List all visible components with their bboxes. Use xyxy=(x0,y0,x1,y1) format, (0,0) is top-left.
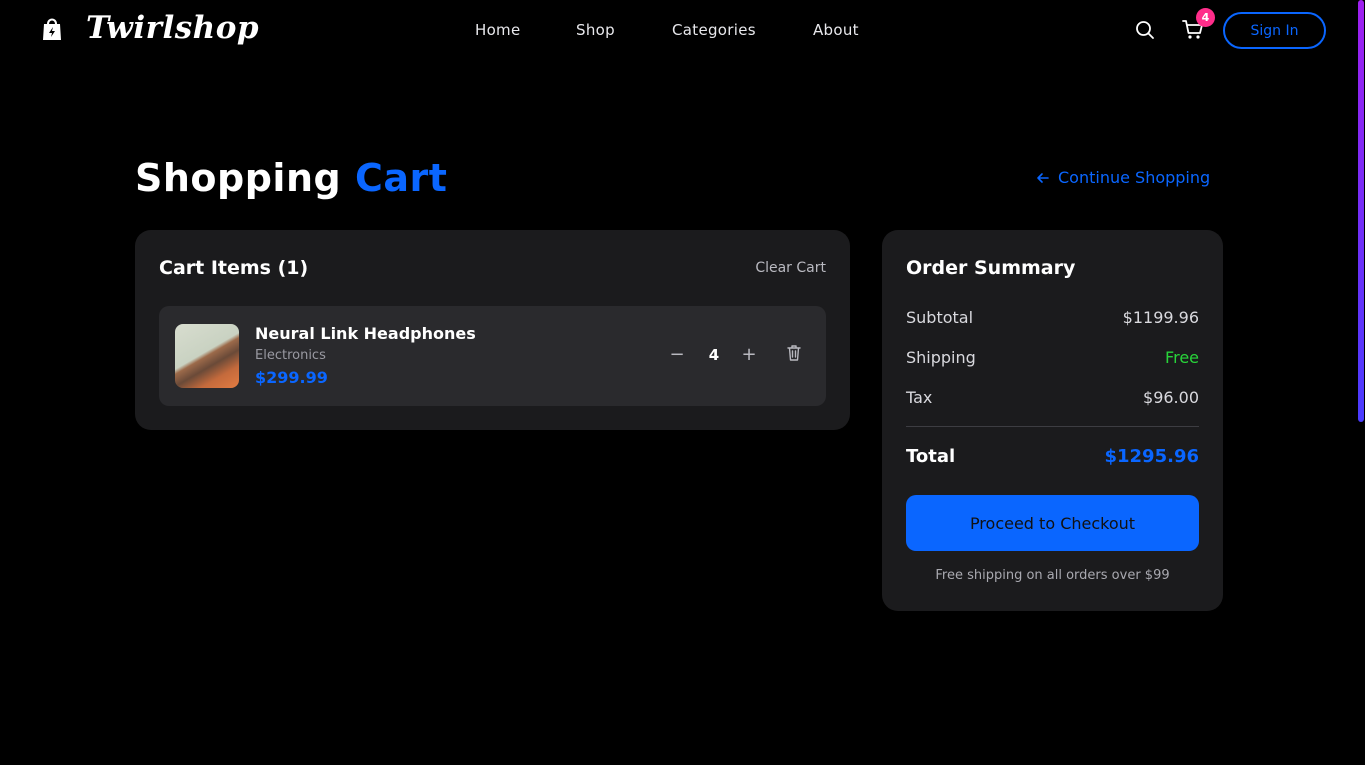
subtotal-value: $1199.96 xyxy=(1122,308,1199,327)
page-title-accent: Cart xyxy=(354,156,448,200)
quantity-decrease-button[interactable]: − xyxy=(667,344,687,366)
product-price: $299.99 xyxy=(255,368,328,387)
nav-home[interactable]: Home xyxy=(475,21,521,39)
cart-count-badge: 4 xyxy=(1196,8,1215,27)
tax-value: $96.00 xyxy=(1143,388,1199,407)
header: Twirlshop Home Shop Categories About 4 S… xyxy=(0,0,1357,62)
proceed-to-checkout-button[interactable]: Proceed to Checkout xyxy=(906,495,1199,551)
product-thumbnail[interactable] xyxy=(175,324,239,388)
subtotal-row: Subtotal $1199.96 xyxy=(906,308,1199,327)
remove-item-button[interactable] xyxy=(784,344,804,366)
shipping-label: Shipping xyxy=(906,348,976,367)
shipping-value: Free xyxy=(1165,348,1199,367)
nav-shop[interactable]: Shop xyxy=(576,21,615,39)
tax-row: Tax $96.00 xyxy=(906,388,1199,407)
continue-shopping-link[interactable]: Continue Shopping xyxy=(1036,168,1210,187)
search-icon[interactable] xyxy=(1135,20,1155,40)
cart-items-panel: Cart Items (1) Clear Cart Neural Link He… xyxy=(135,230,850,430)
continue-shopping-label: Continue Shopping xyxy=(1058,168,1211,187)
nav-categories[interactable]: Categories xyxy=(672,21,756,39)
quantity-increase-button[interactable]: + xyxy=(739,344,759,366)
total-row: Total $1295.96 xyxy=(906,446,1199,467)
cart-item: Neural Link Headphones Electronics $299.… xyxy=(159,306,826,406)
summary-divider xyxy=(906,426,1199,427)
shipping-row: Shipping Free xyxy=(906,348,1199,367)
product-name[interactable]: Neural Link Headphones xyxy=(255,324,476,343)
tax-label: Tax xyxy=(906,388,933,407)
scrollbar-thumb[interactable] xyxy=(1358,0,1364,422)
page-title: Shopping Cart xyxy=(135,156,447,200)
arrow-left-icon xyxy=(1037,172,1049,183)
sign-in-button[interactable]: Sign In xyxy=(1223,12,1326,49)
clear-cart-button[interactable]: Clear Cart xyxy=(755,260,826,276)
logo-text[interactable]: Twirlshop xyxy=(86,10,259,46)
page-title-main: Shopping xyxy=(135,156,342,200)
order-summary-panel: Order Summary Subtotal $1199.96 Shipping… xyxy=(882,230,1223,611)
product-category: Electronics xyxy=(255,348,326,363)
subtotal-label: Subtotal xyxy=(906,308,974,327)
nav-about[interactable]: About xyxy=(813,21,859,39)
free-shipping-note: Free shipping on all orders over $99 xyxy=(935,568,1170,583)
total-value: $1295.96 xyxy=(1104,446,1199,467)
total-label: Total xyxy=(906,446,956,467)
quantity-value: 4 xyxy=(708,346,720,364)
cart-items-heading: Cart Items (1) xyxy=(159,257,309,279)
shopping-bag-icon[interactable] xyxy=(40,16,64,42)
trash-icon xyxy=(787,345,801,361)
order-summary-heading: Order Summary xyxy=(906,257,1076,279)
